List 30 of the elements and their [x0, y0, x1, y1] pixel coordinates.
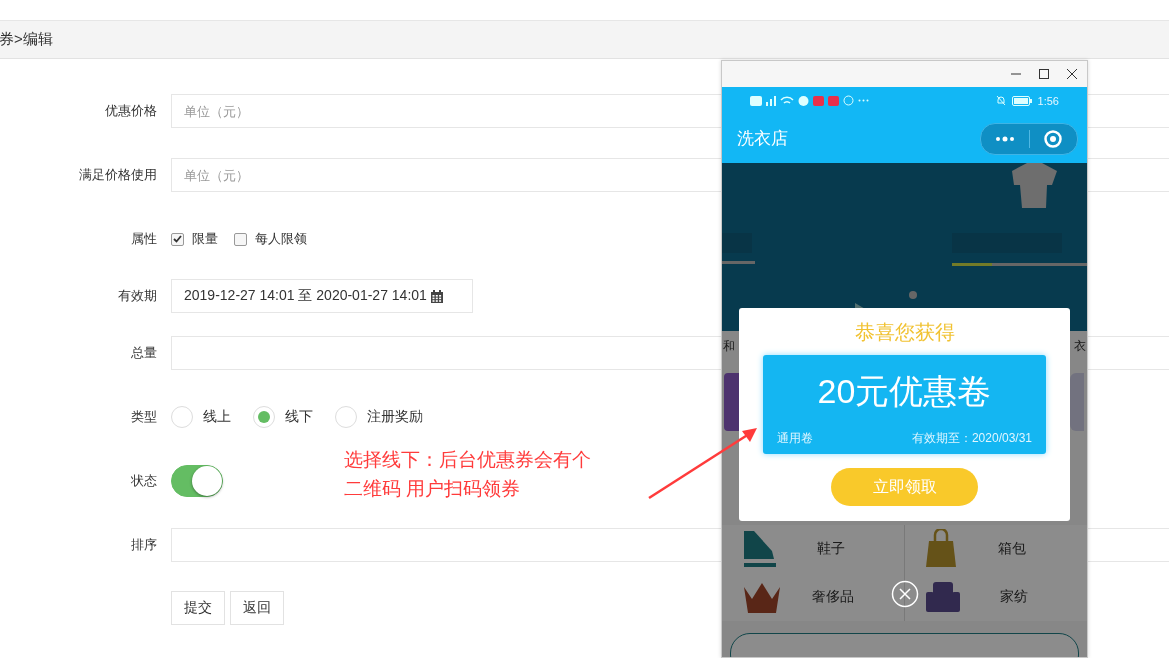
- field-label: 类型: [130, 408, 158, 426]
- checkbox-option[interactable]: 每人限领: [234, 230, 307, 248]
- form-button[interactable]: 提交: [171, 591, 225, 625]
- field-label: 状态: [130, 472, 158, 490]
- dialog-title: 恭喜您获得: [854, 320, 955, 345]
- breadcrumb: 券>编辑: [0, 30, 53, 49]
- radio-option[interactable]: 线上: [171, 406, 231, 428]
- field-label: 总量: [130, 344, 158, 362]
- section-text: 和: [723, 337, 735, 355]
- section-text: 衣: [1074, 337, 1086, 355]
- coupon-expiry: 有效期至：2020/03/31: [911, 430, 1032, 447]
- radio-option[interactable]: 注册奖励: [335, 406, 423, 428]
- checkbox-option[interactable]: 限量: [171, 230, 218, 248]
- coupon-type: 通用卷: [777, 430, 813, 447]
- annotation-text: 选择线下：后台优惠券会有个 二维码 用户扫码领券: [344, 448, 591, 501]
- field-label: 优惠价格: [104, 102, 158, 120]
- category-label[interactable]: 家纺: [960, 588, 1067, 606]
- field-label: 有效期: [117, 287, 158, 305]
- form-button[interactable]: 返回: [230, 591, 284, 625]
- status-time: 1:56: [1037, 94, 1059, 107]
- field-label: 满足价格使用: [78, 166, 158, 184]
- category-label[interactable]: 奢侈品: [782, 588, 884, 606]
- app-title: 洗衣店: [737, 128, 788, 150]
- date-range-field[interactable]: 2019-12-27 14:01 至 2020-01-27 14:01: [171, 279, 473, 313]
- field-label: 属性: [130, 230, 158, 248]
- category-label[interactable]: 箱包: [956, 540, 1067, 558]
- radio-option[interactable]: 线下: [253, 406, 313, 428]
- category-label[interactable]: 鞋子: [778, 540, 884, 558]
- coupon-amount: 20元优惠卷: [816, 371, 993, 412]
- field-label: 排序: [130, 536, 158, 554]
